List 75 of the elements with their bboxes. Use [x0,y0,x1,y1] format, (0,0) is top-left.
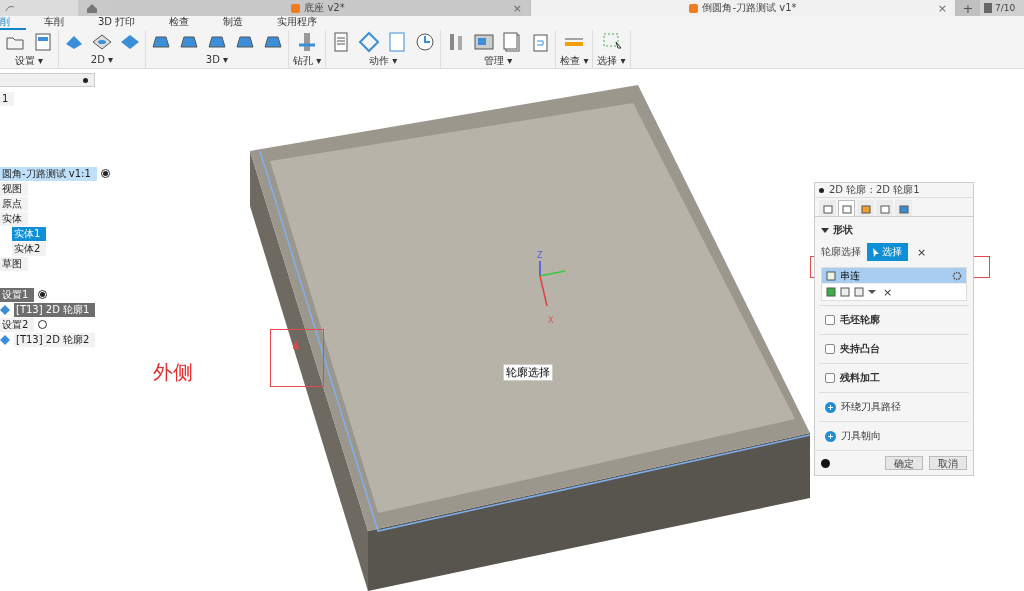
redo-icon[interactable] [4,3,16,13]
machine-icon [473,31,496,53]
clear-button[interactable]: × [914,245,930,259]
axis-triad-drawing [539,260,566,307]
new-tab-button[interactable]: + [956,0,980,16]
section-title: 形状 [833,223,853,237]
highlight-frame [270,329,324,387]
toolbar-group-menu[interactable]: 选择 ▾ [597,54,626,68]
document-tab[interactable]: 底座 v2* × [106,0,531,16]
dialog-tab[interactable] [819,200,836,216]
tree-node[interactable]: 草图 [0,256,28,271]
checkbox[interactable] [825,344,835,354]
dialog-tab[interactable] [876,200,893,216]
dialog-button[interactable]: 确定 [885,456,923,470]
tooltip: 轮廓选择 [503,364,553,381]
dialog-tab[interactable] [857,200,874,216]
annotation-text: 外侧 [153,359,193,386]
checkbox-label: 夹持凸台 [840,342,880,356]
ribbon-tab[interactable]: 检查 [169,16,206,30]
toolbar-group-menu[interactable]: 设置 ▾ [14,54,44,68]
tree-node[interactable]: [T13] 2D 轮廓1 [14,302,96,317]
home-icon [87,3,97,13]
dialog-tab[interactable] [895,200,912,216]
plus-circle-icon[interactable] [825,430,836,442]
selection-row[interactable]: 串连 [822,268,966,283]
tree-node[interactable]: 设置2 [0,317,35,332]
toolbar-group-menu[interactable]: 2D ▾ [90,54,114,65]
tree-node[interactable]: 设置1 [0,287,35,302]
checkbox[interactable] [825,373,835,383]
settings-icon[interactable] [952,270,962,281]
operation-icon [0,304,10,315]
toolbar-group-menu[interactable]: 钻孔 ▾ [293,54,322,68]
ribbon-tab[interactable]: 实用程序 [277,16,334,30]
tree-node[interactable]: 实体1 [12,226,47,241]
clear-button[interactable]: × [880,285,896,299]
home-tab[interactable] [78,0,106,16]
tree-node[interactable]: 实体2 [12,241,47,256]
direction-arrow-icon [293,339,299,349]
collapse-icon[interactable] [821,226,829,234]
toolbar-group-menu[interactable]: 检查 ▾ [560,54,589,68]
close-icon[interactable]: × [937,1,947,15]
ribbon-tab[interactable]: 制造 [223,16,260,30]
dialog-tab[interactable] [838,200,855,216]
dialog-button[interactable]: 取消 [929,456,967,470]
tree-node[interactable]: 视图 [0,181,28,196]
tree-node[interactable]: 实体 [0,211,28,226]
toolbar-group-menu[interactable]: 3D ▾ [205,54,229,65]
axis-label: X [548,316,554,325]
close-icon[interactable]: × [512,1,522,15]
group-label: 刀具朝向 [841,429,881,443]
operation-icon [0,334,10,345]
ribbon-tab[interactable]: 3D 打印 [98,16,152,30]
group-label: 环绕刀具路径 [841,400,901,414]
tree-node[interactable]: 1 [0,91,15,106]
axis-label: Z [537,251,543,260]
tree-node[interactable]: 原点 [0,196,28,211]
document-tab[interactable]: 倒圆角-刀路测试 v1* × [531,0,956,16]
diamond-icon [358,31,381,53]
checkbox[interactable] [825,315,835,325]
ribbon-tab[interactable]: 车削 [44,16,80,30]
caret-icon[interactable] [868,289,876,295]
toolbar-group-menu[interactable]: 动作 ▾ [369,54,398,68]
plus-circle-icon[interactable] [825,401,836,413]
checkbox-label: 残料加工 [840,371,880,385]
toolbar-group-menu[interactable]: 管理 ▾ [484,54,513,68]
document-icon [984,3,992,13]
dialog-title: 2D 轮廓 : 2D 轮廓1 [829,183,920,197]
checkbox-label: 毛坯轮廓 [840,313,880,327]
job-count: 7/10 [995,3,1016,13]
job-status[interactable]: 7/10 [980,0,1024,16]
field-label: 轮廓选择 [821,245,861,259]
tree-node[interactable]: [T13] 2D 轮廓2 [14,332,96,347]
cursor-icon [873,247,879,257]
tree-node[interactable]: 圆角-刀路测试 v1:1 [0,166,97,181]
select-button[interactable]: 选择 [867,243,908,261]
